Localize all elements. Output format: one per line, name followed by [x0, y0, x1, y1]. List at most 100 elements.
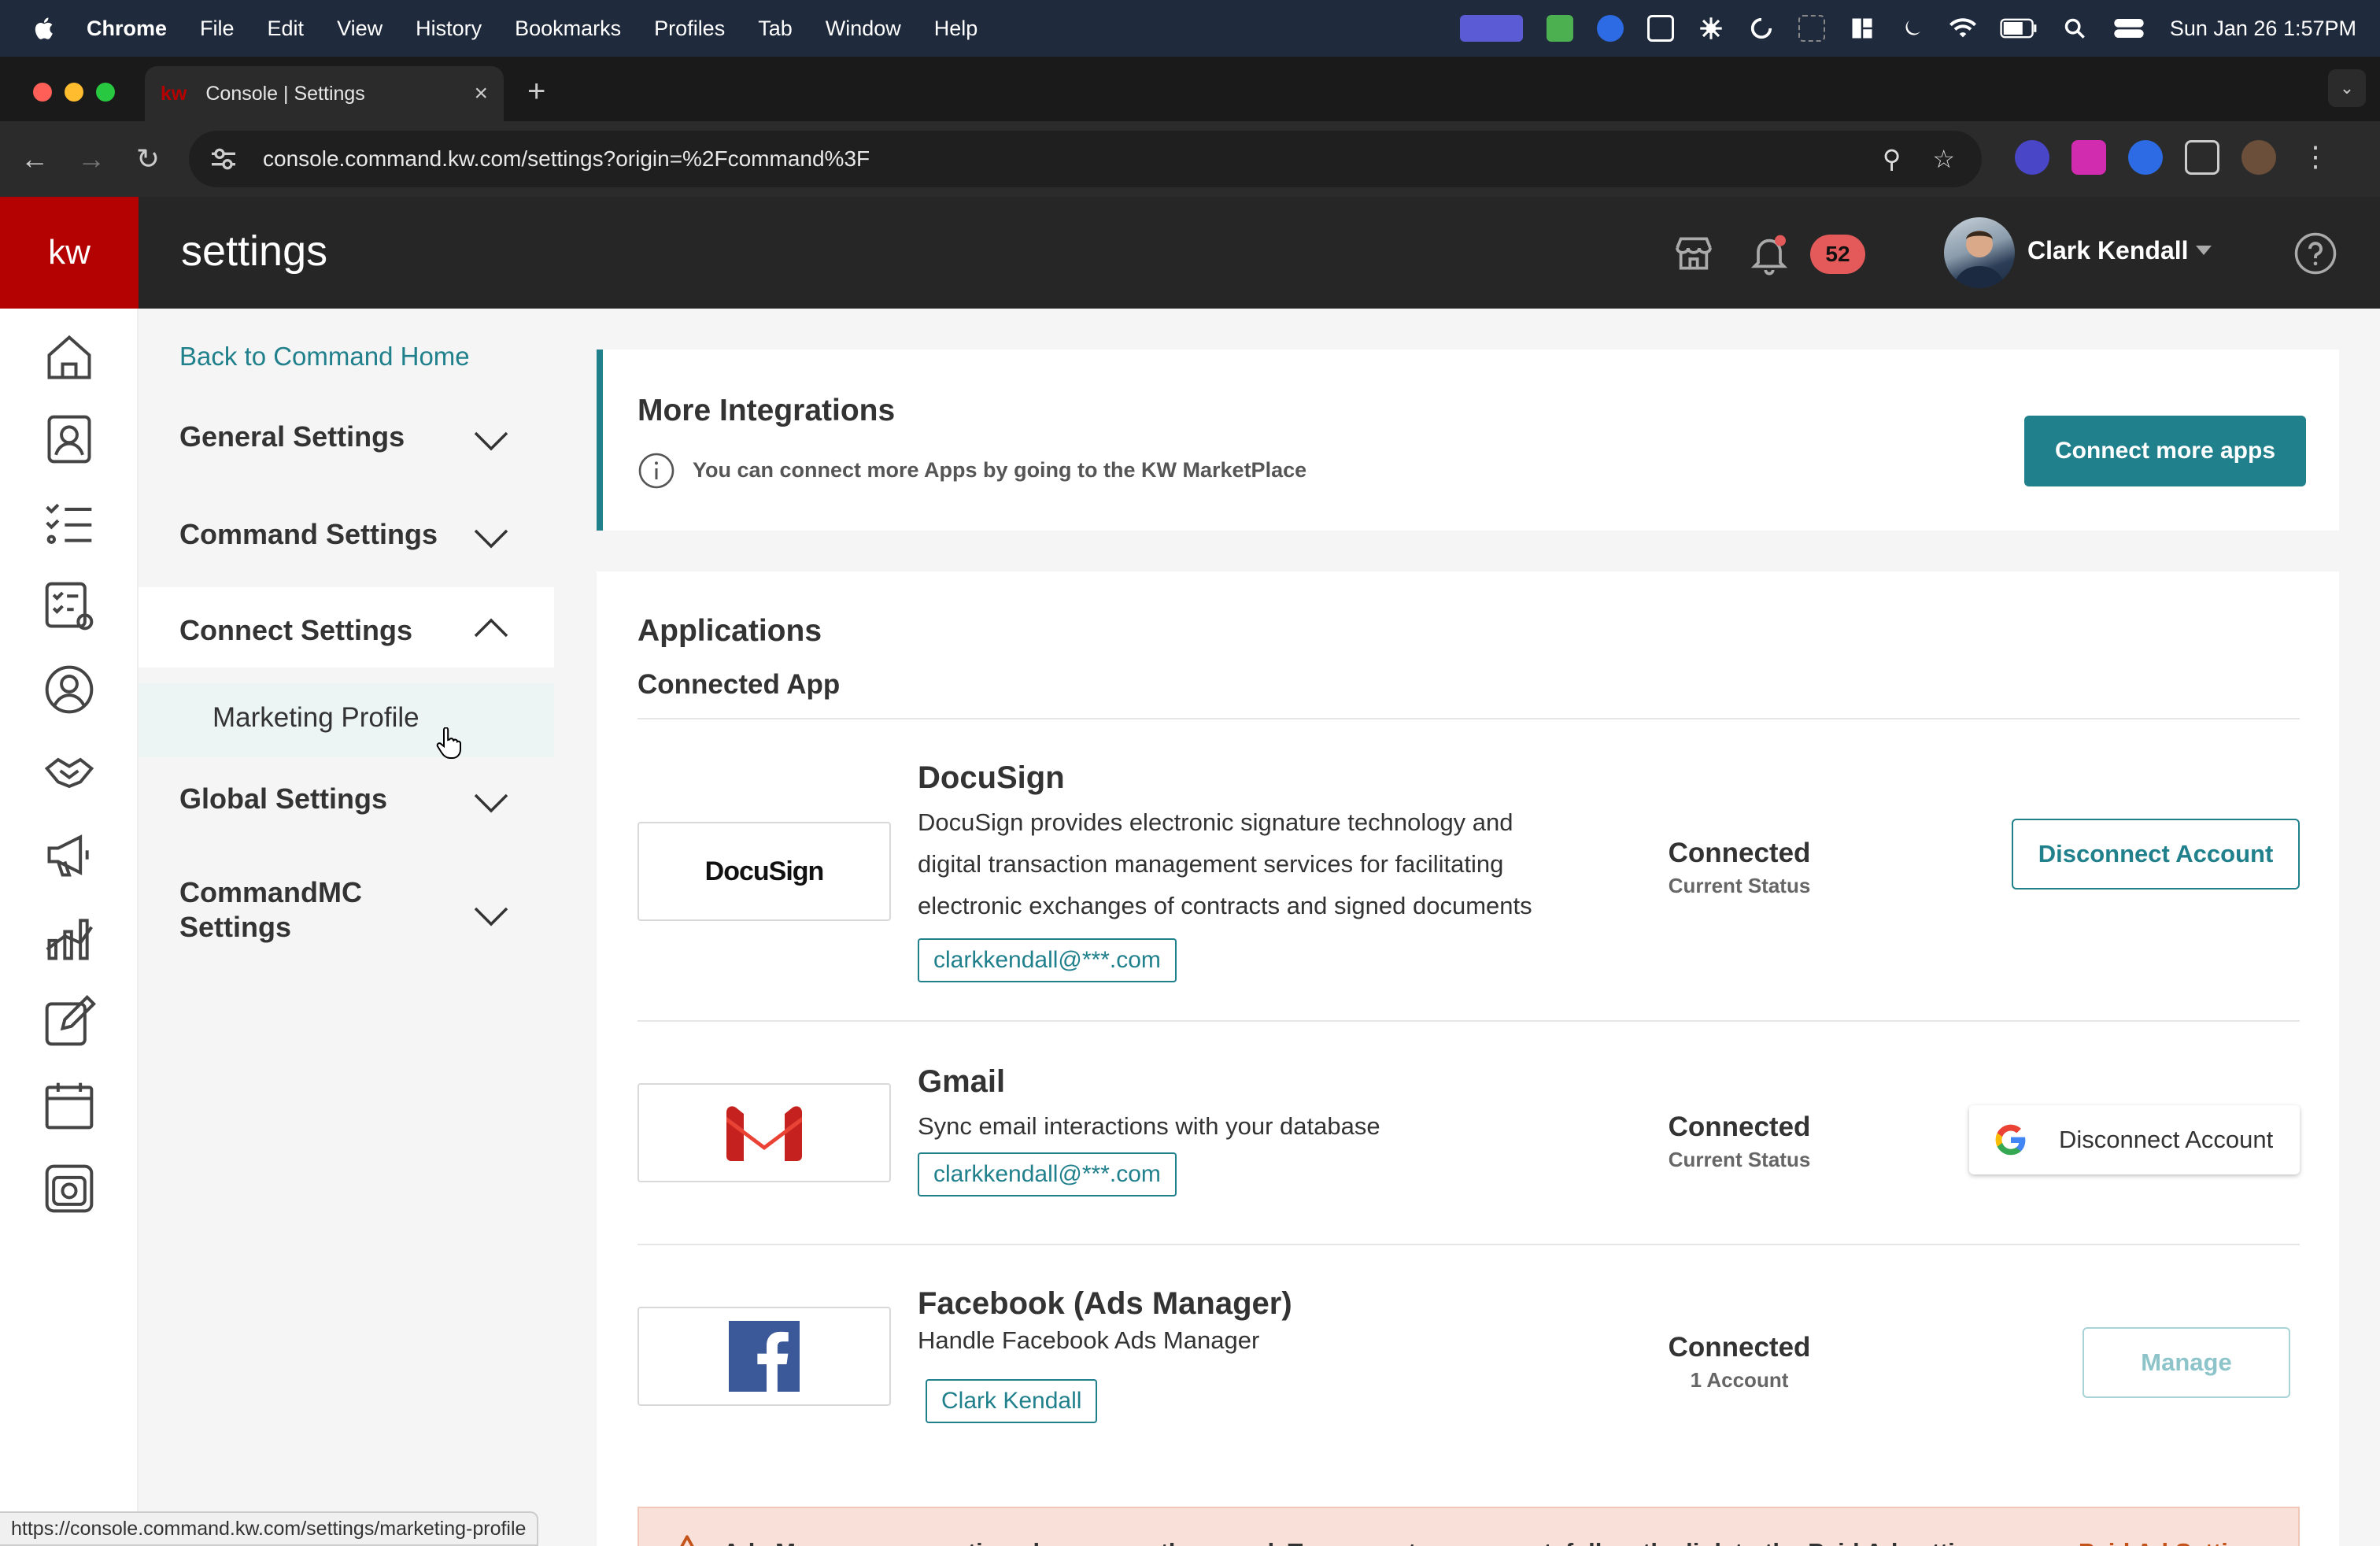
opportunities-icon[interactable]	[42, 746, 96, 800]
moon-icon[interactable]	[1899, 15, 1926, 42]
alert-message: Ads Manager connections have recently mo…	[722, 1538, 2005, 1546]
chevron-down-icon	[474, 529, 508, 549]
profile-icon[interactable]	[42, 663, 96, 716]
menu-help[interactable]: Help	[934, 17, 978, 41]
sync-icon[interactable]	[1748, 15, 1775, 42]
chevron-down-icon	[474, 793, 508, 813]
tab-favicon: kw	[161, 82, 187, 105]
contacts-icon[interactable]	[42, 412, 96, 466]
app-description: Sync email interactions with your databa…	[918, 1112, 1380, 1140]
connected-app-subtitle: Connected App	[638, 669, 841, 700]
screen-share-icon[interactable]	[1459, 15, 1523, 42]
home-icon[interactable]	[42, 331, 96, 384]
notification-count-badge[interactable]: 52	[1810, 235, 1865, 274]
menu-profiles[interactable]: Profiles	[654, 17, 725, 41]
user-avatar[interactable]	[1944, 217, 2015, 288]
new-tab-button[interactable]: +	[527, 74, 545, 109]
browser-toolbar: ← → ↻ console.command.kw.com/settings?or…	[0, 121, 2380, 197]
battery-icon[interactable]	[2000, 15, 2038, 42]
facebook-icon	[729, 1321, 800, 1392]
extension-download-icon[interactable]	[2071, 140, 2106, 175]
browser-menu-icon[interactable]: ⋮	[2298, 140, 2333, 175]
disconnect-docusign-button[interactable]: Disconnect Account	[2012, 819, 2300, 890]
address-bar[interactable]: console.command.kw.com/settings?origin=%…	[189, 131, 1982, 187]
nav-general-settings[interactable]: General Settings	[139, 406, 554, 469]
search-icon[interactable]	[2061, 15, 2088, 42]
connect-more-apps-button[interactable]: Connect more apps	[2024, 416, 2306, 486]
gmail-logo	[638, 1083, 891, 1182]
zoom-icon[interactable]: ⚲	[1883, 144, 1901, 174]
url-text[interactable]: console.command.kw.com/settings?origin=%…	[263, 146, 870, 172]
close-window-button[interactable]	[33, 83, 52, 102]
app-y-icon[interactable]	[1546, 15, 1573, 42]
reload-button[interactable]: ↻	[129, 140, 167, 178]
help-icon[interactable]	[2293, 231, 2338, 276]
menu-edit[interactable]: Edit	[268, 17, 305, 41]
paid-ad-settings-link[interactable]: Paid Ad Settings	[2079, 1538, 2271, 1546]
site-settings-icon[interactable]	[208, 143, 239, 175]
marketplace-store-icon[interactable]	[1672, 231, 1716, 276]
gear-icon[interactable]	[1698, 15, 1724, 42]
kw-logo[interactable]: kw	[0, 197, 139, 309]
status-text: Connected	[1668, 1332, 1811, 1363]
maximize-window-button[interactable]	[96, 83, 115, 102]
menu-bookmarks[interactable]: Bookmarks	[515, 17, 621, 41]
left-icon-rail	[0, 309, 139, 1546]
chevron-down-icon	[474, 907, 508, 926]
back-to-command-home-link[interactable]: Back to Command Home	[179, 342, 470, 372]
extension-purple-icon[interactable]	[2015, 140, 2049, 175]
nav-section-label: Global Settings	[179, 782, 388, 815]
forward-button[interactable]: →	[72, 140, 110, 178]
tasks-icon[interactable]	[42, 496, 96, 549]
calendar-icon[interactable]	[42, 1078, 96, 1132]
menu-app-name[interactable]: Chrome	[87, 17, 167, 41]
menubar-status-area: Sun Jan 26 1:57PM	[1459, 0, 2356, 57]
extensions-area: ⋮	[2015, 140, 2333, 175]
apple-icon[interactable]	[31, 15, 58, 42]
media-library-icon[interactable]	[42, 1162, 96, 1215]
user-name[interactable]: Clark Kendall	[2027, 236, 2189, 265]
tab-title: Console | Settings	[205, 82, 365, 105]
wifi-icon[interactable]	[1949, 15, 1976, 42]
display-icon[interactable]	[1798, 15, 1825, 42]
browser-tab-active[interactable]: kw Console | Settings ×	[145, 66, 504, 121]
bell-icon[interactable]	[1747, 231, 1791, 276]
hand-cursor-icon	[436, 727, 461, 759]
nav-command-settings[interactable]: Command Settings	[139, 504, 554, 567]
minimize-window-button[interactable]	[65, 83, 83, 102]
extensions-puzzle-icon[interactable]	[2185, 140, 2219, 175]
nav-commandmc-settings[interactable]: CommandMC Settings	[139, 874, 554, 960]
profile-avatar-icon[interactable]	[2241, 140, 2276, 175]
zoom-icon[interactable]	[1596, 15, 1624, 42]
nav-subitem-marketing-profile[interactable]: Marketing Profile	[139, 683, 554, 757]
app-name: DocuSign	[918, 760, 1065, 795]
browser-status-url: https://console.command.kw.com/settings/…	[0, 1511, 539, 1546]
docusign-logo-text: DocuSign	[704, 856, 825, 886]
menu-tab[interactable]: Tab	[758, 17, 793, 41]
menubar-datetime[interactable]: Sun Jan 26 1:57PM	[2170, 17, 2356, 41]
macos-menubar: Chrome File Edit View History Bookmarks …	[0, 0, 2380, 57]
menu-file[interactable]: File	[200, 17, 235, 41]
insights-chart-icon[interactable]	[42, 912, 96, 965]
nav-connect-settings[interactable]: Connect Settings	[139, 587, 554, 668]
close-tab-icon[interactable]: ×	[474, 80, 488, 107]
chevron-down-icon[interactable]	[2196, 246, 2212, 257]
control-center-icon[interactable]	[2112, 15, 2146, 42]
manage-facebook-button[interactable]: Manage	[2082, 1327, 2290, 1398]
menu-history[interactable]: History	[416, 17, 482, 41]
connected-account-tag: Clark Kendall	[926, 1379, 1098, 1423]
warning-icon	[680, 1535, 694, 1546]
drive-icon[interactable]	[1646, 15, 1674, 42]
marketing-megaphone-icon[interactable]	[42, 828, 96, 882]
nav-global-settings[interactable]: Global Settings	[139, 768, 554, 831]
designs-edit-icon[interactable]	[42, 995, 96, 1049]
menu-window[interactable]: Window	[826, 17, 901, 41]
layout-icon[interactable]	[1849, 15, 1876, 42]
disconnect-gmail-button[interactable]: Disconnect Account	[1969, 1105, 2300, 1174]
back-button[interactable]: ←	[16, 140, 54, 178]
menu-view[interactable]: View	[337, 17, 382, 41]
smartplans-icon[interactable]	[42, 579, 96, 633]
extension-blue-icon[interactable]	[2128, 140, 2163, 175]
tab-search-button[interactable]: ⌄	[2328, 69, 2366, 107]
bookmark-star-icon[interactable]: ☆	[1932, 144, 1955, 174]
